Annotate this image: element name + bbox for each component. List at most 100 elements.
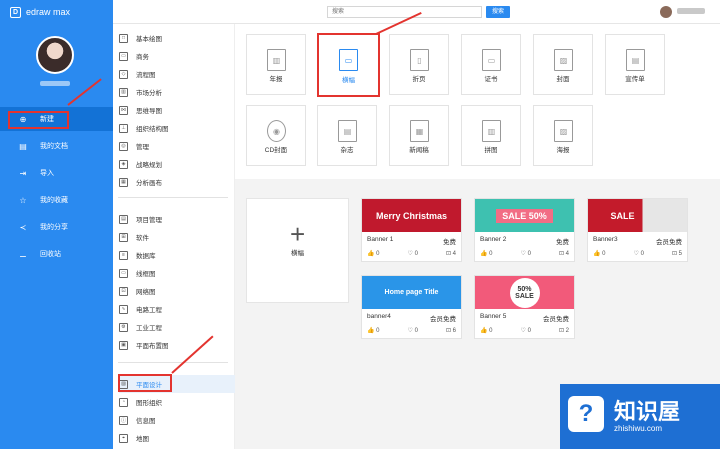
- template-type-cd-cover[interactable]: ◉ CD封面: [246, 105, 306, 166]
- category-item[interactable]: ⋈ 思维导图: [119, 101, 235, 119]
- sidebar-item-import[interactable]: ⇥ 导入: [0, 161, 113, 185]
- template-type-brochure[interactable]: ▯ 折页: [389, 34, 449, 95]
- heart-icon[interactable]: ♡ 0: [521, 250, 531, 257]
- sidebar-item-favorites[interactable]: ☆ 我的收藏: [0, 188, 113, 212]
- share-icon: ≺: [19, 222, 27, 232]
- magazine-icon: ▤: [338, 120, 357, 142]
- category-item[interactable]: ◈ 战略规划: [119, 155, 235, 173]
- import-icon: ⇥: [19, 168, 27, 178]
- like-icon[interactable]: 👍 0: [480, 250, 492, 257]
- download-icon[interactable]: ⊡ 6: [446, 327, 456, 334]
- chart-icon: ▥: [119, 87, 128, 97]
- template-card[interactable]: SALE Banner3 会员免费 👍 0 ♡ 0 ⊡ 5: [587, 198, 688, 262]
- template-type-cover[interactable]: ▨ 封面: [533, 34, 593, 95]
- wireframe-icon: ▭: [119, 268, 128, 278]
- heart-icon[interactable]: ♡ 0: [521, 327, 531, 334]
- download-icon[interactable]: ⊡ 4: [559, 250, 569, 257]
- download-icon[interactable]: ⊡ 4: [446, 250, 456, 257]
- canvas-icon: ▦: [119, 177, 128, 187]
- category-item[interactable]: ▤ 项目管理: [119, 210, 235, 228]
- highlight-box-new: [8, 111, 69, 129]
- sidebar-item-label: 导入: [40, 170, 54, 177]
- profile-avatar[interactable]: [36, 36, 74, 74]
- category-item[interactable]: ⌖ 地图: [119, 429, 235, 447]
- template-type-flyer[interactable]: ▤ 宣传单: [605, 34, 665, 95]
- software-icon: ⊞: [119, 232, 128, 242]
- like-icon[interactable]: 👍 0: [593, 250, 605, 257]
- category-item[interactable]: ◇ 流程图: [119, 65, 235, 83]
- user-avatar[interactable]: [660, 6, 672, 18]
- collage-icon: ▥: [482, 120, 501, 142]
- template-type-annual-report[interactable]: ▥ 年报: [246, 34, 306, 95]
- category-item[interactable]: ◎ 管理: [119, 137, 235, 155]
- template-type-poster[interactable]: ▨ 海报: [533, 105, 593, 166]
- user-name-blurred[interactable]: [677, 8, 705, 14]
- template-type-collage[interactable]: ▥ 拼图: [461, 105, 521, 166]
- template-card[interactable]: Merry Christmas Banner 1 免费 👍 0 ♡ 0 ⊡ 4: [361, 198, 462, 262]
- category-item[interactable]: ▭ 线框图: [119, 264, 235, 282]
- briefcase-icon: ▭: [119, 51, 128, 61]
- template-card[interactable]: 50% SALE Banner 5 会员免费 👍 0 ♡ 0 ⊡ 2: [474, 275, 575, 339]
- card-stats: 👍 0 ♡ 0 ⊡ 4: [367, 250, 456, 257]
- template-type-newsletter[interactable]: ▦ 新闻稿: [389, 105, 449, 166]
- like-icon[interactable]: 👍 0: [367, 327, 379, 334]
- template-card[interactable]: SALE 50% Banner 2 免费 👍 0 ♡ 0 ⊡ 4: [474, 198, 575, 262]
- cd-icon: ◉: [267, 120, 286, 142]
- category-item[interactable]: ◔ 图形组织: [119, 393, 235, 411]
- category-item[interactable]: ≡ 数据库: [119, 246, 235, 264]
- card-stats: 👍 0 ♡ 0 ⊡ 5: [593, 250, 682, 257]
- download-icon[interactable]: ⊡ 5: [672, 250, 682, 257]
- app-title: edraw max: [26, 7, 71, 17]
- sidebar-item-label: 我的收藏: [40, 197, 68, 204]
- download-icon[interactable]: ⊡ 2: [559, 327, 569, 334]
- category-item[interactable]: ▣ 平面布置图: [119, 336, 235, 354]
- heart-icon[interactable]: ♡ 0: [634, 250, 644, 257]
- category-item[interactable]: ⓘ 信息图: [119, 411, 235, 429]
- like-icon[interactable]: 👍 0: [480, 327, 492, 334]
- template-card[interactable]: Home page Title banner4 会员免费 👍 0 ♡ 0 ⊡ 6: [361, 275, 462, 339]
- template-type-banner[interactable]: ▭ 横幅: [317, 33, 380, 97]
- template-thumbnail: Merry Christmas: [362, 199, 461, 232]
- poster-icon: ▨: [554, 120, 573, 142]
- banner-icon: ▭: [339, 49, 358, 71]
- sidebar-item-my-docs[interactable]: ▤ 我的文档: [0, 134, 113, 158]
- category-item[interactable]: ⊡ 网络图: [119, 282, 235, 300]
- like-icon[interactable]: 👍 0: [367, 250, 379, 257]
- flowchart-icon: ◇: [119, 69, 128, 79]
- newsletter-icon: ▦: [410, 120, 429, 142]
- cover-icon: ▨: [554, 49, 573, 71]
- search-button[interactable]: 搜索: [486, 6, 510, 18]
- database-icon: ≡: [119, 250, 128, 260]
- template-type-certificate[interactable]: ▭ 证书: [461, 34, 521, 95]
- divider: [118, 197, 228, 198]
- flyer-icon: ▤: [626, 49, 645, 71]
- category-item[interactable]: ▥ 市场分析: [119, 83, 235, 101]
- template-thumbnail: 50% SALE: [475, 276, 574, 309]
- document-icon: ▤: [19, 141, 27, 151]
- heart-icon[interactable]: ♡ 0: [408, 327, 418, 334]
- heart-icon[interactable]: ♡ 0: [408, 250, 418, 257]
- sidebar-item-trash[interactable]: ⚊ 回收站: [0, 242, 113, 266]
- template-type-magazine[interactable]: ▤ 杂志: [317, 105, 377, 166]
- category-item[interactable]: ▦ 分析画布: [119, 173, 235, 191]
- category-item[interactable]: ∿ 电路工程: [119, 300, 235, 318]
- category-item[interactable]: ⊥ 组织结构图: [119, 119, 235, 137]
- template-thumbnail: SALE 50%: [475, 199, 574, 232]
- network-icon: ⊡: [119, 286, 128, 296]
- category-item[interactable]: ▭ 商务: [119, 47, 235, 65]
- shape-icon: □: [119, 33, 128, 43]
- search-input[interactable]: [327, 6, 482, 18]
- new-blank-banner-card[interactable]: + 横幅: [246, 198, 349, 303]
- category-item[interactable]: □ 基本绘图: [119, 29, 235, 47]
- template-type-grid: ▥ 年报 ▭ 横幅 ▯ 折页 ▭ 证书 ▨ 封面 ▤ 宣传单 ◉ CD封面 ▤ 杂志 ▦ 新闻稿 …: [235, 24, 720, 179]
- category-item[interactable]: ⚙ 工业工程: [119, 318, 235, 336]
- divider: [118, 362, 228, 363]
- sidebar-item-label: 我的文档: [40, 143, 68, 150]
- sidebar-item-shared[interactable]: ≺ 我的分享: [0, 215, 113, 239]
- sidebar-item-label: 我的分享: [40, 224, 68, 231]
- industrial-icon: ⚙: [119, 322, 128, 332]
- app-logo: D edraw max: [0, 0, 113, 24]
- category-item[interactable]: ⊞ 软件: [119, 228, 235, 246]
- project-icon: ▤: [119, 214, 128, 224]
- card-stats: 👍 0 ♡ 0 ⊡ 2: [480, 327, 569, 334]
